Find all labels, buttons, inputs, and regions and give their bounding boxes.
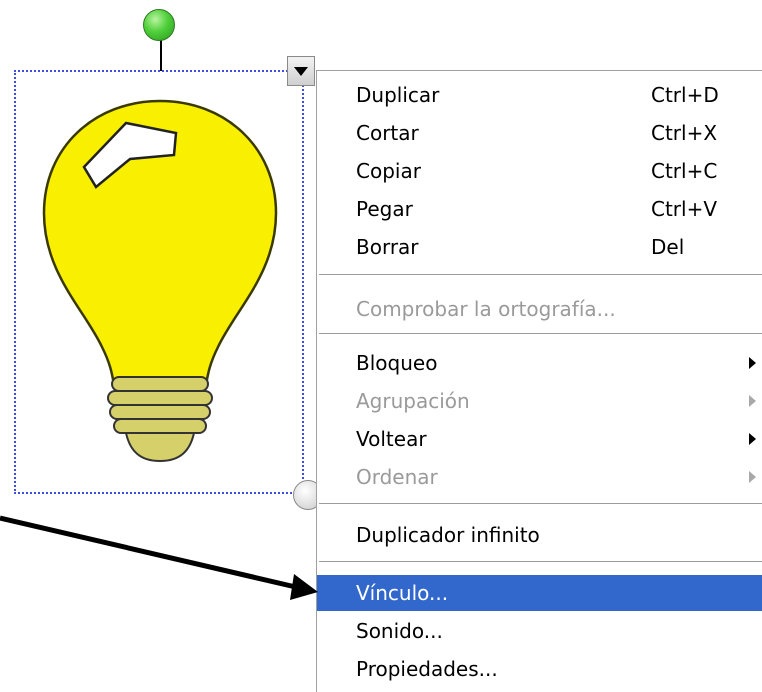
menu-separator <box>319 503 762 505</box>
menu-item-label: Borrar <box>356 235 419 259</box>
menu-item-ordenar[interactable]: Ordenar <box>317 459 762 495</box>
menu-item-label: Sonido... <box>356 619 443 643</box>
menu-item-label: Pegar <box>356 197 413 221</box>
menu-separator <box>319 274 762 276</box>
menu-item-label: Ordenar <box>356 465 438 489</box>
menu-item-vinculo[interactable]: Vínculo... <box>317 575 762 611</box>
menu-item-shortcut: Ctrl+D <box>651 83 719 107</box>
light-bulb-icon[interactable] <box>40 95 280 470</box>
triangle-down-icon <box>294 66 308 76</box>
menu-item-comprobar-ortografia[interactable]: Comprobar la ortografía... <box>317 291 762 327</box>
menu-item-cortar[interactable]: Cortar Ctrl+X <box>317 115 762 151</box>
menu-item-voltear[interactable]: Voltear <box>317 421 762 457</box>
menu-item-bloqueo[interactable]: Bloqueo <box>317 345 762 381</box>
menu-item-label: Duplicador infinito <box>356 523 540 547</box>
menu-separator <box>319 561 762 563</box>
triangle-right-icon <box>749 433 756 445</box>
triangle-right-icon <box>749 471 756 483</box>
menu-item-shortcut: Ctrl+V <box>651 197 718 221</box>
menu-item-propiedades[interactable]: Propiedades... <box>317 651 762 687</box>
menu-item-label: Comprobar la ortografía... <box>356 297 616 321</box>
context-menu: Duplicar Ctrl+D Cortar Ctrl+X Copiar Ctr… <box>316 70 762 692</box>
menu-item-label: Copiar <box>356 159 421 183</box>
rotate-handle-icon[interactable] <box>143 9 175 41</box>
menu-item-label: Propiedades... <box>356 657 498 681</box>
menu-item-label: Cortar <box>356 121 419 145</box>
menu-item-duplicar[interactable]: Duplicar Ctrl+D <box>317 77 762 113</box>
menu-item-sonido[interactable]: Sonido... <box>317 613 762 649</box>
menu-item-shortcut: Del <box>651 235 685 259</box>
triangle-right-icon <box>749 395 756 407</box>
menu-separator <box>319 333 762 335</box>
menu-item-borrar[interactable]: Borrar Del <box>317 229 762 265</box>
menu-item-label: Voltear <box>356 427 427 451</box>
triangle-right-icon <box>749 357 756 369</box>
menu-item-shortcut: Ctrl+X <box>651 121 718 145</box>
rotate-handle-stem <box>160 38 162 71</box>
menu-item-agrupacion[interactable]: Agrupación <box>317 383 762 419</box>
menu-item-label: Agrupación <box>356 389 470 413</box>
menu-item-label: Vínculo... <box>356 581 449 605</box>
menu-item-pegar[interactable]: Pegar Ctrl+V <box>317 191 762 227</box>
menu-item-label: Duplicar <box>356 83 440 107</box>
menu-item-shortcut: Ctrl+C <box>651 159 718 183</box>
object-menu-button[interactable] <box>287 56 315 86</box>
menu-item-duplicador-infinito[interactable]: Duplicador infinito <box>317 517 762 553</box>
menu-item-label: Bloqueo <box>356 351 438 375</box>
menu-item-copiar[interactable]: Copiar Ctrl+C <box>317 153 762 189</box>
